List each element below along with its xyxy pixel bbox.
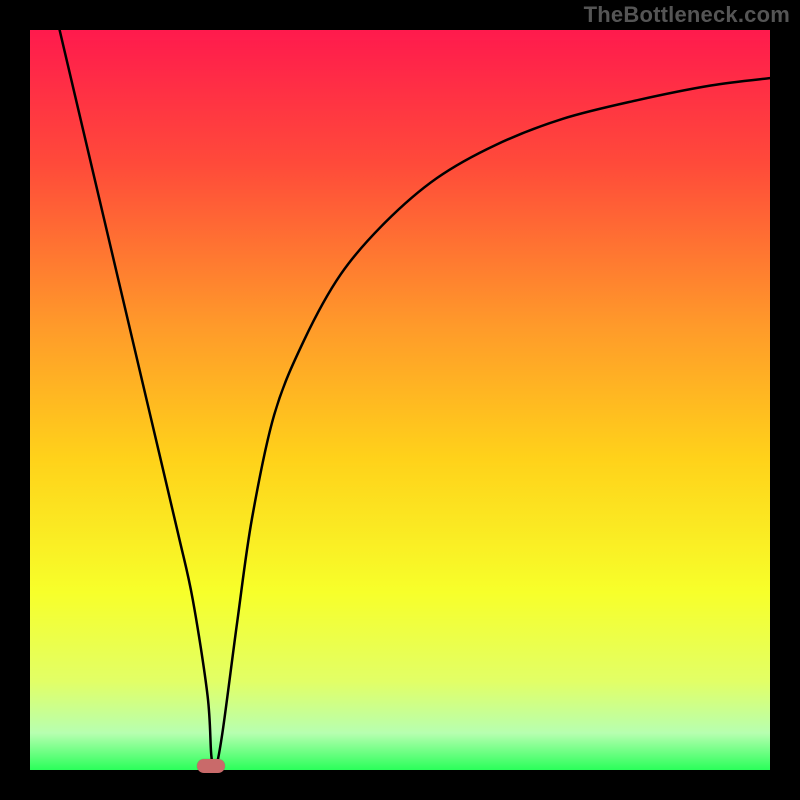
frame: TheBottleneck.com bbox=[0, 0, 800, 800]
watermark-text: TheBottleneck.com bbox=[584, 2, 790, 28]
plot-area bbox=[30, 30, 770, 770]
chart-svg bbox=[30, 30, 770, 770]
bottleneck-marker bbox=[197, 759, 225, 773]
gradient-background bbox=[30, 30, 770, 770]
